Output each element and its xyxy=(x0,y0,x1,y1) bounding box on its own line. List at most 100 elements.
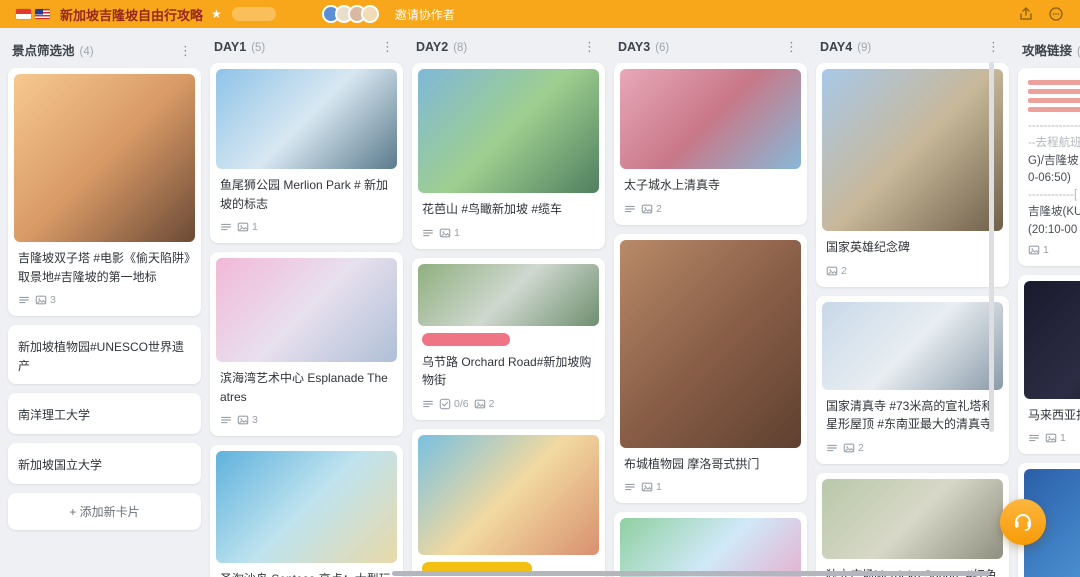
column-count: (9) xyxy=(857,42,872,54)
card-title: 太子城水上清真寺 xyxy=(624,178,721,192)
card-title: 滨海湾艺术中心 Esplanade Theatres xyxy=(220,371,388,404)
column-header: DAY1 (5) ⋮ xyxy=(210,36,403,63)
card-text-line: 0-06:50) xyxy=(1028,171,1071,184)
share-icon[interactable] xyxy=(1018,6,1034,22)
card-image xyxy=(822,69,1003,231)
red-text-line xyxy=(1028,89,1080,94)
avatar[interactable] xyxy=(360,5,379,23)
more-circle-icon[interactable] xyxy=(1048,6,1064,22)
card[interactable]: 花芭山 #鸟瞰新加坡 #缆车 1 xyxy=(412,63,605,249)
column-more-button[interactable]: ⋮ xyxy=(782,40,801,53)
card-image xyxy=(418,69,599,193)
attachment-icon xyxy=(35,294,47,306)
card-image xyxy=(822,301,1003,390)
attachment-count: 2 xyxy=(858,441,864,454)
card[interactable]: 滨海湾艺术中心 Esplanade Theatres 3 xyxy=(210,252,403,437)
description-icon xyxy=(624,481,636,493)
card[interactable]: 南洋理工大学 xyxy=(8,393,201,434)
add-card-button[interactable]: + 添加新卡片 xyxy=(8,492,201,530)
card-meta: 1 xyxy=(620,476,801,497)
kanban-board: 景点筛选池 (4) ⋮ 吉隆坡双子塔 #电影《偷天陷阱》取景地#吉隆坡的第一地标 3 新加… xyxy=(0,28,1080,577)
card-image xyxy=(418,434,599,555)
invite-collaborator-button[interactable]: 邀请协作者 xyxy=(395,6,455,23)
card[interactable]: 太子城水上清真寺 2 xyxy=(614,63,807,225)
attachment-count: 2 xyxy=(488,397,495,410)
column-more-button[interactable]: ⋮ xyxy=(176,44,195,57)
card-image xyxy=(216,69,397,169)
attachment-icon xyxy=(1028,244,1040,256)
card[interactable]: 马来西亚扫 1 xyxy=(1018,274,1080,455)
card[interactable]: 乌节路 Orchard Road#新加坡购物街 0/6 2 xyxy=(412,257,605,420)
card[interactable]: 圣淘沙岛 Sentosa 亮点：大型玩乐岛、环球影城、亚洲大陆最南端0/37 xyxy=(210,445,403,577)
card[interactable]: 国家清真寺 #73米高的宣礼塔和星形屋顶 #东南亚最大的清真寺 2 xyxy=(816,295,1009,464)
column-day2: DAY2 (8) ⋮ 花芭山 #鸟瞰新加坡 #缆车 1 乌节路 Orchard Road#… xyxy=(412,36,605,577)
customer-service-fab[interactable] xyxy=(1000,499,1046,545)
board-visibility-badge xyxy=(231,7,276,21)
card-image xyxy=(1024,280,1080,399)
card-image xyxy=(620,239,801,448)
column-header: DAY4 (9) ⋮ xyxy=(816,36,1009,63)
board-title: 新加坡吉隆坡自由行攻略 xyxy=(60,7,204,23)
card-title: 新加坡植物园#UNESCO世界遗产 xyxy=(18,340,185,373)
attachment-count: 2 xyxy=(841,264,847,277)
card[interactable]: 鱼尾狮公园 Merlion Park # 新加坡的标志 1 xyxy=(210,63,403,244)
card-text-line: G)/吉隆坡 ( xyxy=(1028,154,1080,167)
column-count: (6) xyxy=(655,42,670,54)
column-title: 攻略链接 xyxy=(1022,44,1073,58)
card-list: 国家英雄纪念碑 2 国家清真寺 #73米高的宣礼塔和星形屋顶 #东南亚最大的清真寺 2… xyxy=(816,63,1009,577)
card[interactable]: 新加坡国立大学 xyxy=(8,442,201,484)
card-list: 花芭山 #鸟瞰新加坡 #缆车 1 乌节路 Orchard Road#新加坡购物街 0/… xyxy=(412,63,605,577)
card-title: 南洋理工大学 xyxy=(18,408,91,423)
attachment-icon xyxy=(439,227,451,239)
card-list: 太子城水上清真寺 2 布城植物园 摩洛哥式拱门 1 云顶高原#Genting Highl… xyxy=(614,63,807,577)
column-more-button[interactable]: ⋮ xyxy=(984,40,1003,53)
horizontal-scrollbar[interactable] xyxy=(392,571,990,576)
attachment-icon xyxy=(641,203,653,215)
description-icon xyxy=(826,442,838,454)
card[interactable]: 牛车水 Chinatown #中国城0/51 xyxy=(412,428,605,577)
card[interactable]: 布城植物园 摩洛哥式拱门 1 xyxy=(614,233,807,504)
card[interactable]: 新加坡植物园#UNESCO世界遗产 xyxy=(8,325,201,385)
card[interactable]: 独立广场Merdeka Square #红色LOVE KL xyxy=(816,472,1009,577)
card[interactable]: 国家英雄纪念碑 2 xyxy=(816,63,1009,287)
column-title: 景点筛选池 xyxy=(12,44,75,58)
description-icon xyxy=(18,294,30,306)
attachment-count: 1 xyxy=(656,481,662,494)
column-more-button[interactable]: ⋮ xyxy=(580,40,599,53)
card-title: 花芭山 #鸟瞰新加坡 #缆车 xyxy=(422,202,563,216)
topbar-actions xyxy=(1018,6,1064,22)
column-title: DAY1 xyxy=(214,40,247,54)
collaborator-avatars xyxy=(321,5,379,23)
card[interactable]: 吉隆坡双子塔 #电影《偷天陷阱》取景地#吉隆坡的第一地标 3 xyxy=(8,68,201,317)
attachment-icon xyxy=(826,265,838,277)
card-title: 国家清真寺 #73米高的宣礼塔和星形屋顶 #东南亚最大的清真寺 xyxy=(826,398,994,432)
card[interactable]: 云顶高原#Genting Highlands云顶世界 大型赌场、游乐园、高原避暑 xyxy=(614,512,807,577)
column-count: (8) xyxy=(453,42,468,54)
top-bar: 新加坡吉隆坡自由行攻略 ★ 邀请协作者 xyxy=(0,0,1080,28)
column-day4: DAY4 (9) ⋮ 国家英雄纪念碑 2 国家清真寺 #73米高的宣礼塔和星形屋顶 #东南… xyxy=(816,36,1009,577)
red-text-line xyxy=(1028,107,1080,112)
attachment-count: 3 xyxy=(50,294,56,307)
card-meta: 0/6 2 xyxy=(418,393,599,414)
checklist-count: 0/6 xyxy=(454,397,469,410)
attachment-icon xyxy=(237,221,249,233)
favorite-star-icon[interactable]: ★ xyxy=(211,7,222,21)
column-more-button[interactable]: ⋮ xyxy=(378,40,397,53)
card-title: 布城植物园 摩洛哥式拱门 xyxy=(624,456,760,471)
card-meta: 2 xyxy=(620,198,801,219)
column-title: DAY3 xyxy=(618,40,651,54)
card-meta: 1 xyxy=(1024,239,1080,260)
card-text-line: 吉隆坡(KUL xyxy=(1028,206,1080,219)
column-scrollbar[interactable] xyxy=(989,62,994,432)
description-icon xyxy=(220,414,232,426)
card[interactable]: ------------------ --去程航班信息： G)/吉隆坡 (0-06:… xyxy=(1018,68,1080,266)
column-header: DAY2 (8) ⋮ xyxy=(412,36,605,63)
attachment-count: 1 xyxy=(454,226,460,239)
checklist-icon xyxy=(439,398,451,410)
card-title: 鱼尾狮公园 Merlion Park # 新加坡的标志 xyxy=(220,178,389,211)
attachment-count: 1 xyxy=(1060,432,1066,445)
card-image xyxy=(14,74,195,242)
attachment-icon xyxy=(1045,432,1057,444)
card-text-line: (20:10-00 xyxy=(1028,223,1078,236)
description-icon xyxy=(422,398,434,410)
